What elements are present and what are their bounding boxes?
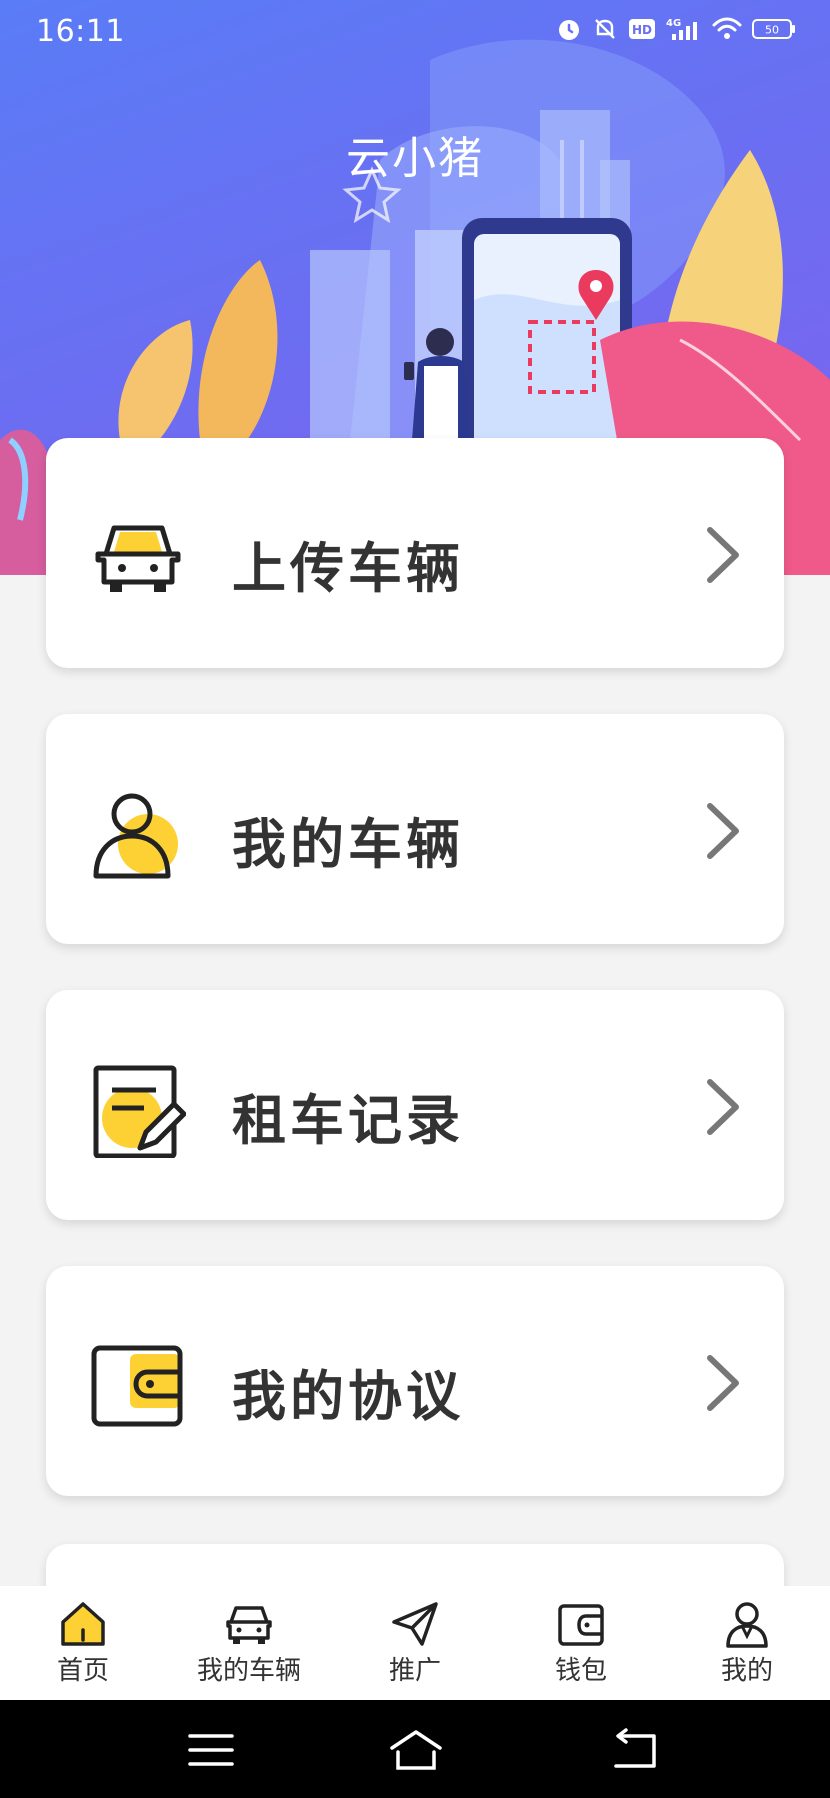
- tab-label: 首页: [56, 1656, 109, 1686]
- status-bar: 16:11 HD 4G 50: [0, 0, 830, 64]
- wifi-icon: [712, 17, 742, 39]
- signal-icon: 4G: [666, 18, 697, 40]
- back-icon[interactable]: [610, 1728, 660, 1772]
- wallet-icon: [558, 1604, 604, 1646]
- menu-card-my-vehicles[interactable]: 我的车辆: [46, 714, 784, 944]
- chevron-right-icon: [707, 1079, 739, 1135]
- document-edit-icon: [90, 1062, 186, 1158]
- wallet-icon: [90, 1338, 186, 1434]
- car-icon: [90, 510, 186, 606]
- tab-promotion[interactable]: 推广: [332, 1586, 498, 1700]
- svg-text:HD: HD: [632, 23, 652, 37]
- menu-list: 上传车辆 我的车辆 租车记录 我的协议: [46, 438, 784, 1542]
- menu-card-label: 上传车辆: [232, 537, 464, 600]
- menu-card-label: 租车记录: [232, 1089, 464, 1152]
- chevron-right-icon: [707, 527, 739, 583]
- mute-icon: [595, 19, 615, 39]
- tab-home[interactable]: 首页: [0, 1586, 166, 1700]
- tab-wallet[interactable]: 钱包: [498, 1586, 664, 1700]
- svg-text:50: 50: [765, 24, 779, 37]
- page-title: 云小猪: [346, 133, 484, 184]
- tab-label: 我的: [720, 1656, 773, 1686]
- tab-mine[interactable]: 我的: [664, 1586, 830, 1700]
- bottom-tab-bar: 首页 我的车辆 推广 钱包 我的: [0, 1586, 830, 1700]
- tab-label: 推广: [388, 1656, 441, 1686]
- person-icon: [90, 786, 186, 882]
- status-time: 16:11: [36, 14, 125, 49]
- battery-icon: 50: [752, 19, 795, 39]
- alarm-icon: [559, 20, 579, 40]
- status-icons: HD 4G 50: [556, 16, 796, 42]
- menu-card-rental-records[interactable]: 租车记录: [46, 990, 784, 1220]
- menu-icon[interactable]: [186, 1728, 236, 1772]
- user-icon: [726, 1602, 768, 1648]
- home-icon: [61, 1602, 105, 1646]
- tab-my-vehicles[interactable]: 我的车辆: [166, 1586, 332, 1700]
- menu-card-label: 我的车辆: [232, 813, 464, 876]
- menu-card-upload-vehicle[interactable]: 上传车辆: [46, 438, 784, 668]
- menu-card-label: 我的协议: [232, 1365, 464, 1428]
- car-icon: [226, 1606, 272, 1644]
- chevron-right-icon: [707, 803, 739, 859]
- svg-text:4G: 4G: [666, 18, 681, 29]
- menu-card-my-agreements[interactable]: 我的协议: [46, 1266, 784, 1496]
- tab-label: 我的车辆: [196, 1656, 301, 1686]
- system-navigation-bar: [0, 1700, 830, 1798]
- hd-icon: HD: [629, 19, 655, 39]
- tab-label: 钱包: [554, 1656, 607, 1686]
- chevron-right-icon: [707, 1355, 739, 1411]
- home-icon[interactable]: [388, 1728, 444, 1772]
- send-icon: [392, 1602, 438, 1646]
